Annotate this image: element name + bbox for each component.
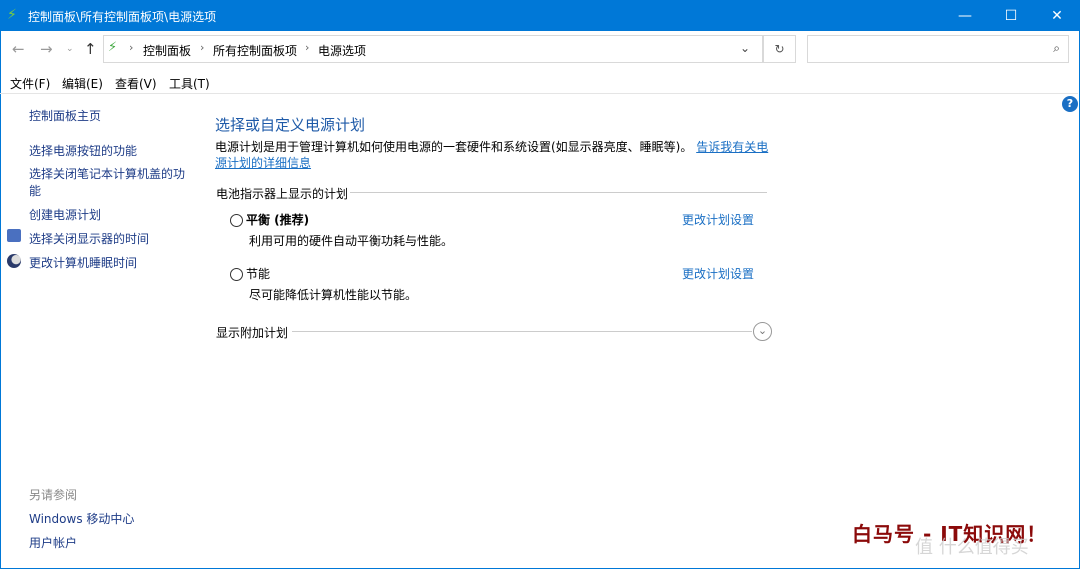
power-options-icon: ⚡ (108, 40, 118, 55)
chevron-down-icon[interactable]: ⌄ (740, 41, 750, 55)
window-frame (0, 31, 1080, 569)
show-additional-plans[interactable]: 显示附加计划 (216, 324, 288, 341)
plan-balanced-change-link[interactable]: 更改计划设置 (682, 211, 754, 228)
see-also-heading: 另请参阅 (29, 488, 78, 502)
link-mobility-center[interactable]: Windows 移动中心 (29, 510, 134, 527)
search-input[interactable]: ⌕ (807, 35, 1069, 63)
plan-power-saver-name[interactable]: 节能 (246, 265, 270, 282)
refresh-button[interactable]: ↻ (763, 35, 796, 63)
plan-balanced-name[interactable]: 平衡 (推荐) (246, 211, 309, 228)
watermark-brand: 值 什么值得买 (915, 537, 1029, 558)
section-heading: 电池指示器上显示的计划 (216, 187, 349, 201)
address-bar[interactable]: ⚡ › 控制面板 › 所有控制面板项 › 电源选项 ⌄ (103, 35, 763, 63)
sidebar-item-power-button[interactable]: 选择电源按钮的功能 (29, 142, 137, 159)
maximize-button[interactable]: ☐ (988, 0, 1034, 31)
search-icon: ⌕ (1053, 41, 1060, 55)
plan-balanced-radio[interactable] (230, 214, 243, 227)
divider (292, 331, 752, 332)
breadcrumb-control-panel[interactable]: 控制面板 (143, 42, 191, 59)
recent-dropdown[interactable]: ⌄ (66, 44, 74, 54)
plan-power-saver-radio[interactable] (230, 268, 243, 281)
sidebar-item-sleep[interactable]: 更改计算机睡眠时间 (29, 254, 137, 271)
menu-file[interactable]: 文件(F) (10, 75, 50, 92)
divider (350, 192, 767, 193)
help-icon[interactable]: ? (1062, 96, 1078, 112)
power-options-icon: ⚡ (7, 7, 17, 23)
link-user-accounts[interactable]: 用户帐户 (29, 534, 77, 551)
chevron-right-icon: › (200, 41, 205, 54)
back-button[interactable]: ← (12, 40, 25, 58)
close-button[interactable]: ✕ (1034, 0, 1080, 31)
up-button[interactable]: ↑ (84, 40, 97, 58)
description: 电源计划是用于管理计算机如何使用电源的一套硬件和系统设置(如显示器亮度、睡眠等)… (215, 139, 770, 171)
menu-view[interactable]: 查看(V) (115, 75, 157, 92)
plan-power-saver-desc: 尽可能降低计算机性能以节能。 (249, 288, 418, 302)
breadcrumb-all-items[interactable]: 所有控制面板项 (213, 42, 297, 59)
menu-tools[interactable]: 工具(T) (169, 75, 210, 92)
description-text: 电源计划是用于管理计算机如何使用电源的一套硬件和系统设置(如显示器亮度、睡眠等)… (215, 140, 693, 154)
sidebar-item-display-off[interactable]: 选择关闭显示器的时间 (29, 230, 149, 247)
window-title: 控制面板\所有控制面板项\电源选项 (28, 10, 217, 24)
forward-button[interactable]: → (40, 40, 53, 58)
title-bar: ⚡ 控制面板\所有控制面板项\电源选项 — ☐ ✕ (0, 0, 1080, 31)
plan-power-saver-change-link[interactable]: 更改计划设置 (682, 265, 754, 282)
chevron-right-icon: › (129, 41, 134, 54)
breadcrumb-power-options[interactable]: 电源选项 (318, 42, 366, 59)
expand-chevron-icon[interactable]: ⌄ (753, 322, 772, 341)
minimize-button[interactable]: — (942, 0, 988, 31)
display-clock-icon (7, 229, 21, 242)
sidebar-item-lid[interactable]: 选择关闭笔记本计算机盖的功能 (29, 166, 189, 200)
page-title: 选择或自定义电源计划 (215, 116, 366, 134)
chevron-right-icon: › (305, 41, 310, 54)
sleep-moon-icon (7, 254, 21, 268)
sidebar-item-create-plan[interactable]: 创建电源计划 (29, 206, 101, 223)
plan-balanced-desc: 利用可用的硬件自动平衡功耗与性能。 (249, 234, 454, 248)
menu-edit[interactable]: 编辑(E) (62, 75, 103, 92)
menu-bar: 文件(F) 编辑(E) 查看(V) 工具(T) (0, 70, 1078, 94)
sidebar-home[interactable]: 控制面板主页 (29, 107, 101, 124)
